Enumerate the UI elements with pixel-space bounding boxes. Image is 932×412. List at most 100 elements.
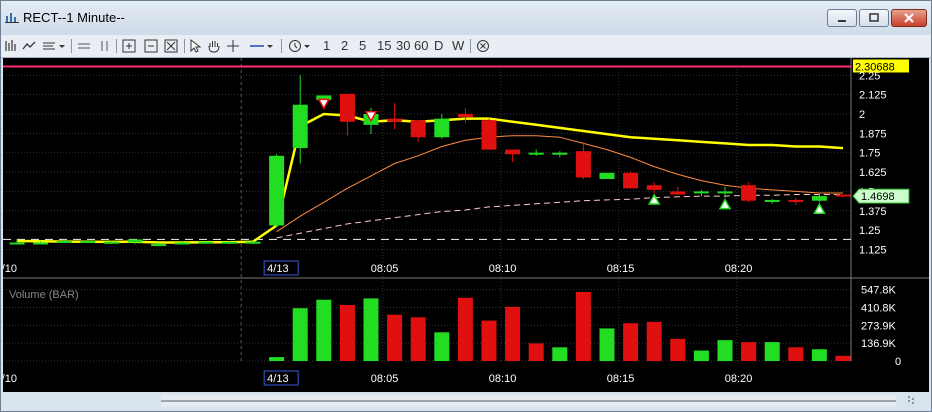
last-price-tag-label: 1.4698 <box>861 191 895 203</box>
line-chart-type-icon[interactable] <box>22 38 36 54</box>
volume-bar <box>599 328 615 361</box>
chart-area[interactable]: 2.252.12521.8751.751.6251.51.3751.251.12… <box>1 58 929 392</box>
candle-body <box>670 191 686 195</box>
toolbar-separator <box>281 39 282 53</box>
candle-body <box>623 172 639 189</box>
crosshair-lines-icon[interactable] <box>77 38 91 54</box>
minimize-button[interactable] <box>827 9 857 27</box>
volume-bar <box>505 306 521 361</box>
zoom-in-icon[interactable] <box>122 38 136 54</box>
volume-bar <box>693 350 709 361</box>
volume-bar <box>528 343 544 361</box>
candle-body <box>434 118 450 138</box>
period-5m-button[interactable]: 5 <box>359 38 366 54</box>
volume-bar <box>623 323 639 361</box>
pause-icon[interactable] <box>98 38 112 54</box>
timeframe-menu-icon[interactable] <box>288 38 312 54</box>
volume-time-axis-label: 08:20 <box>725 373 753 385</box>
hand-pan-icon[interactable] <box>207 38 221 54</box>
price-axis-tick-label: 2.125 <box>859 90 887 102</box>
chart-window: RECT--1 Minute-- 1 2 5 15 30 60 D W 2.25… <box>0 0 932 412</box>
period-daily-button[interactable]: D <box>434 38 443 54</box>
price-axis-tick-label: 1.625 <box>859 167 887 179</box>
candle-body <box>410 120 426 138</box>
horizontal-scrollbar[interactable] <box>161 395 896 407</box>
candle-body <box>552 152 568 155</box>
zoom-out-icon[interactable] <box>144 38 158 54</box>
resize-grip-icon[interactable] <box>906 394 916 406</box>
volume-axis-tick-label: 273.9K <box>861 320 897 332</box>
period-1m-button[interactable]: 1 <box>323 38 330 54</box>
chart-app-icon <box>5 13 19 23</box>
volume-bar <box>741 342 757 361</box>
volume-bar <box>717 340 733 361</box>
candlestick <box>269 154 285 228</box>
candle-body <box>56 240 72 243</box>
candle-body <box>505 149 521 155</box>
period-60m-button[interactable]: 60 <box>414 38 428 54</box>
volume-bar <box>835 355 851 361</box>
bar-chart-type-icon[interactable] <box>4 38 18 54</box>
volume-bar <box>552 347 568 361</box>
volume-time-axis-label: 08:15 <box>607 373 635 385</box>
window-title: RECT--1 Minute-- <box>23 10 125 25</box>
cancel-icon[interactable] <box>476 38 490 54</box>
candle-body <box>221 241 237 244</box>
volume-bar <box>481 320 497 361</box>
candle-body <box>599 172 615 180</box>
volume-bar <box>387 314 403 361</box>
candle-body <box>811 196 827 201</box>
close-button[interactable] <box>891 9 927 27</box>
crosshair-icon[interactable] <box>226 38 240 54</box>
close-icon <box>904 13 914 23</box>
price-axis-tick-label: 2 <box>859 109 865 121</box>
volume-bar <box>269 357 285 361</box>
candle-body <box>646 185 662 190</box>
price-axis-tick-label: 1.75 <box>859 148 880 160</box>
price-time-axis-label: 4/13 <box>267 263 288 275</box>
candle-body <box>528 152 544 155</box>
period-30m-button[interactable]: 30 <box>396 38 410 54</box>
restore-icon <box>869 13 879 22</box>
period-15m-button[interactable]: 15 <box>377 38 391 54</box>
candlestick <box>599 172 615 180</box>
candle-body <box>693 191 709 194</box>
candle-body <box>245 241 261 244</box>
candle-body <box>292 104 308 149</box>
volume-time-axis-label: 4/13 <box>267 373 288 385</box>
candlestick <box>481 118 497 150</box>
price-axis-tick-label: 1.25 <box>859 225 880 237</box>
candle-body <box>717 191 733 194</box>
candle-body <box>33 242 49 245</box>
chart-style-menu-icon[interactable] <box>42 38 66 54</box>
volume-time-axis-label: 08:10 <box>489 373 517 385</box>
scrollbar-thumb[interactable] <box>161 400 896 402</box>
volume-bar <box>811 349 827 361</box>
candle-body <box>835 194 851 197</box>
volume-axis-tick-label: 547.8K <box>861 285 897 297</box>
minimize-icon <box>838 20 846 22</box>
period-2m-button[interactable]: 2 <box>341 38 348 54</box>
volume-bar <box>788 347 804 361</box>
high-price-tag-label: 2.30688 <box>855 61 895 73</box>
restore-button[interactable] <box>859 9 889 27</box>
candle-body <box>174 242 190 245</box>
volume-bar <box>670 338 686 361</box>
toolbar-separator <box>184 39 185 53</box>
price-time-axis-label: 08:05 <box>371 263 399 275</box>
price-axis-tick-label: 1.375 <box>859 206 887 218</box>
price-time-axis-label: 08:20 <box>725 263 753 275</box>
volume-bar <box>410 317 426 361</box>
candle-body <box>387 118 403 122</box>
candle-body <box>339 93 355 122</box>
line-tool-menu-icon[interactable] <box>249 38 275 54</box>
pointer-icon[interactable] <box>189 38 201 54</box>
reset-zoom-icon[interactable] <box>164 38 178 54</box>
period-weekly-button[interactable]: W <box>452 38 464 54</box>
title-bar: RECT--1 Minute-- <box>1 1 931 35</box>
chart-canvas[interactable]: 2.252.12521.8751.751.6251.51.3751.251.12… <box>1 58 929 392</box>
volume-bar <box>316 299 332 361</box>
candle-body <box>103 241 119 244</box>
volume-time-axis-label: 4/10 <box>3 373 17 385</box>
volume-bar <box>646 321 662 361</box>
